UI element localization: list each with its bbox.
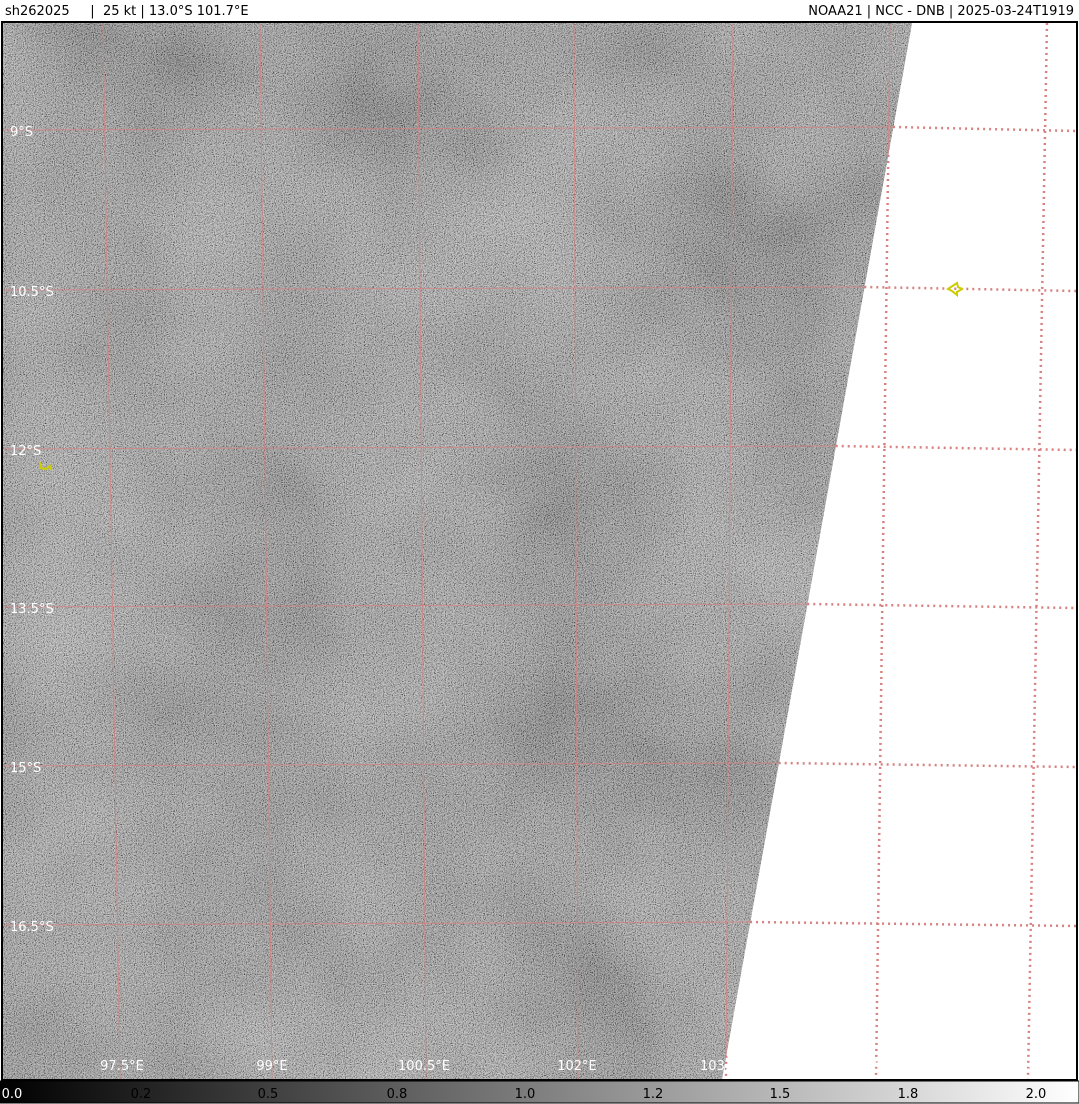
lat-label: 13.5°S bbox=[10, 602, 54, 617]
lon-label: 102°E bbox=[557, 1059, 597, 1074]
lat-label: 15°S bbox=[10, 761, 41, 776]
colorbar-tick-label: 0.8 bbox=[387, 1087, 408, 1102]
lon-label: 100.5°E bbox=[398, 1059, 450, 1074]
lon-label: 103.5°E bbox=[700, 1059, 752, 1074]
colorbar-tick-label: 1.2 bbox=[643, 1087, 664, 1102]
lat-label: 9°S bbox=[10, 125, 33, 140]
colorbar-tick-label: 1.0 bbox=[515, 1087, 536, 1102]
colorbar-tick-label: 0.2 bbox=[131, 1087, 152, 1102]
lat-label: 16.5°S bbox=[10, 920, 54, 935]
colorbar-tick-label: 2.0 bbox=[1026, 1087, 1047, 1102]
colorbar-tick-label: 1.5 bbox=[770, 1087, 791, 1102]
lon-label: 99°E bbox=[256, 1059, 287, 1074]
satellite-map: 9°S 10.5°S 12°S 13.5°S 15°S 16.5°S 97.5°E 99°E… bbox=[0, 21, 1079, 1104]
map-frame: sh262025 | 25 kt | 13.0°S 101.7°E NOAA21… bbox=[0, 0, 1079, 1104]
lon-label: 105°E bbox=[857, 1059, 897, 1074]
colorbar-tick-label: 0.5 bbox=[258, 1087, 279, 1102]
map-area bbox=[3, 23, 1076, 1079]
lat-label: 12°S bbox=[10, 444, 41, 459]
lat-label: 10.5°S bbox=[10, 285, 54, 300]
lon-label: 106.5°E bbox=[1001, 1059, 1053, 1074]
lon-label: 97.5°E bbox=[100, 1059, 144, 1074]
colorbar-tick-label: 1.8 bbox=[898, 1087, 919, 1102]
colorbar-tick-label: 0.0 bbox=[2, 1087, 23, 1102]
